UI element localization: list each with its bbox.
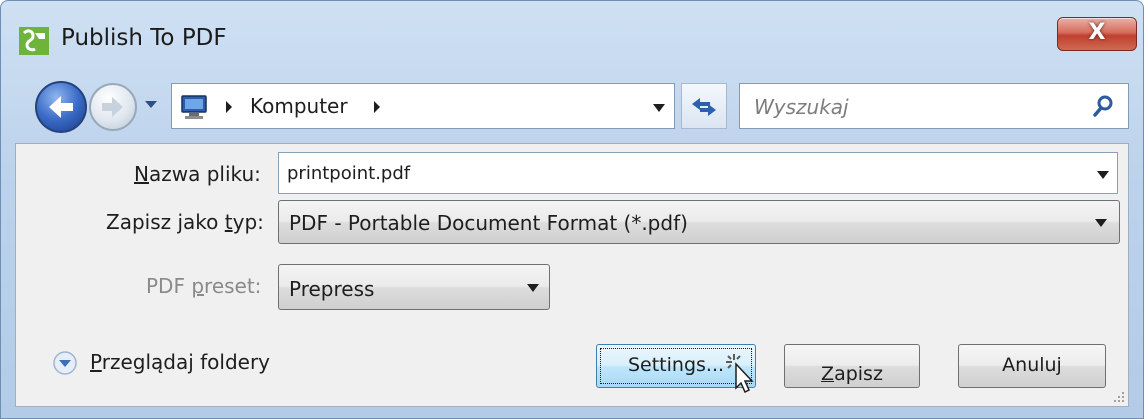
cancel-button[interactable]: Anuluj: [958, 344, 1106, 388]
window-title: Publish To PDF: [61, 25, 227, 51]
recent-pages-dropdown[interactable]: [144, 97, 158, 111]
search-input[interactable]: Wyszukaj: [739, 83, 1129, 129]
preset-label: PDF preset:: [146, 274, 262, 298]
browse-folders-toggle[interactable]: Przeglądaj foldery: [52, 346, 302, 380]
breadcrumb-arrow-icon[interactable]: [224, 99, 234, 115]
chevron-down-icon: [527, 284, 539, 292]
filetype-select[interactable]: PDF - Portable Document Format (*.pdf): [278, 200, 1120, 244]
chevron-down-icon: [1095, 219, 1107, 227]
breadcrumb-komputer[interactable]: Komputer: [250, 94, 348, 118]
search-placeholder: Wyszukaj: [754, 95, 849, 119]
mouse-cursor-icon: [726, 354, 754, 394]
save-button[interactable]: Zapisz: [784, 344, 920, 388]
back-button[interactable]: [35, 81, 87, 133]
forward-arrow-icon: [102, 97, 123, 117]
settings-label: Settings...: [627, 354, 725, 376]
filename-label: Nazwa pliku:: [134, 162, 261, 186]
preset-select[interactable]: Prepress: [278, 264, 550, 310]
forward-button[interactable]: [89, 83, 137, 131]
expand-circle-icon: [53, 351, 77, 375]
filetype-label: Zapisz jako typ:: [106, 210, 264, 234]
address-bar[interactable]: Komputer: [171, 83, 675, 129]
filename-value: printpoint.pdf: [287, 163, 411, 184]
refresh-icon: [692, 98, 716, 116]
close-icon: X: [1088, 20, 1106, 45]
save-label: Zapisz: [821, 363, 883, 385]
resize-grip-icon[interactable]: [1110, 388, 1126, 404]
cancel-label: Anuluj: [1002, 354, 1062, 376]
filetype-value: PDF - Portable Document Format (*.pdf): [289, 211, 688, 235]
publish-dialog: Publish To PDF X Komputer Wyszukaj Nazwa…: [0, 0, 1144, 419]
chevron-down-icon[interactable]: [652, 103, 666, 113]
app-icon: [19, 27, 49, 55]
search-icon[interactable]: [1092, 94, 1116, 118]
computer-icon: [181, 95, 207, 119]
filename-field[interactable]: printpoint.pdf: [278, 152, 1118, 194]
chevron-down-icon[interactable]: [1097, 171, 1109, 179]
back-arrow-icon: [49, 96, 73, 118]
form-panel: Nazwa pliku: printpoint.pdf Zapisz jako …: [15, 143, 1129, 407]
title-bar[interactable]: Publish To PDF X: [1, 1, 1143, 73]
browse-folders-label: Przeglądaj foldery: [90, 350, 271, 374]
preset-value: Prepress: [289, 277, 375, 301]
refresh-button[interactable]: [681, 83, 727, 129]
breadcrumb-arrow-icon[interactable]: [372, 99, 382, 115]
close-button[interactable]: X: [1057, 17, 1137, 51]
